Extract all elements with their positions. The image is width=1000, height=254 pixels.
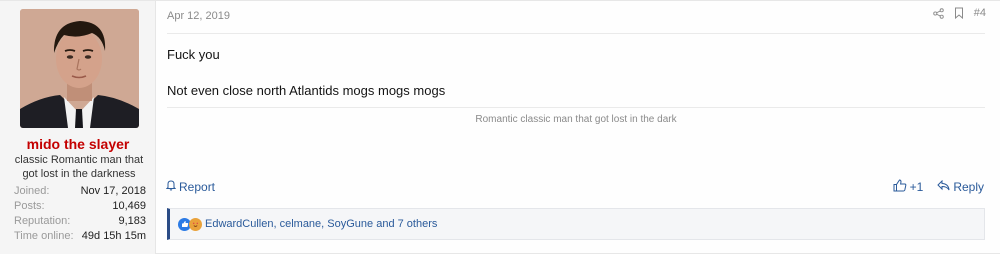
forum-post: mido the slayer classic Romantic man tha… xyxy=(0,0,1000,254)
love-reaction-icon xyxy=(189,217,202,231)
reactions-list[interactable]: EdwardCullen, celmane, SoyGune and 7 oth… xyxy=(205,218,437,230)
post-date[interactable]: Apr 12, 2019 xyxy=(167,10,230,22)
user-panel: mido the slayer classic Romantic man tha… xyxy=(0,1,156,254)
thumbs-up-icon xyxy=(893,179,907,195)
reaction-icons xyxy=(178,217,202,231)
post-actions: +1 Reply xyxy=(893,179,984,195)
stat-label: Time online: xyxy=(14,230,74,242)
post-tools: #4 xyxy=(933,7,986,19)
bell-icon xyxy=(165,179,177,194)
user-title: classic Romantic man that got lost in th… xyxy=(14,154,144,180)
message-line: Fuck you xyxy=(167,47,220,62)
stat-value: 9,183 xyxy=(118,215,146,227)
stat-label: Reputation: xyxy=(14,215,71,227)
message-line: Not even close north Atlantids mogs mogs… xyxy=(167,83,446,98)
stat-label: Posts: xyxy=(14,200,45,212)
stat-value: 49d 15h 15m xyxy=(81,230,146,242)
share-icon[interactable] xyxy=(933,7,944,19)
stat-value: 10,469 xyxy=(112,200,146,212)
avatar[interactable] xyxy=(20,9,139,128)
post-number[interactable]: #4 xyxy=(974,7,986,19)
stat-time-online: Time online: 49d 15h 15m xyxy=(14,229,146,244)
stat-reputation: Reputation: 9,183 xyxy=(14,214,146,229)
like-button[interactable]: +1 xyxy=(893,179,924,195)
reply-icon xyxy=(937,179,950,194)
stat-label: Joined: xyxy=(14,185,50,197)
bookmark-icon[interactable] xyxy=(954,7,964,19)
divider xyxy=(167,33,985,34)
reply-label: Reply xyxy=(953,180,984,194)
stat-posts: Posts: 10,469 xyxy=(14,199,146,214)
reactions-bar[interactable]: EdwardCullen, celmane, SoyGune and 7 oth… xyxy=(167,208,985,240)
stat-value: Nov 17, 2018 xyxy=(80,185,146,197)
stat-joined: Joined: Nov 17, 2018 xyxy=(14,184,146,199)
signature-divider xyxy=(167,107,985,108)
user-stats: Joined: Nov 17, 2018 Posts: 10,469 Reput… xyxy=(14,184,146,244)
report-label: Report xyxy=(179,179,216,194)
signature: Romantic classic man that got lost in th… xyxy=(475,114,677,125)
username[interactable]: mido the slayer xyxy=(0,136,156,152)
like-count: +1 xyxy=(909,180,924,194)
post-main: Apr 12, 2019 #4 Fuck you Not even close … xyxy=(157,1,1000,254)
reply-button[interactable]: Reply xyxy=(937,179,984,194)
report-button[interactable]: Report xyxy=(165,179,216,194)
